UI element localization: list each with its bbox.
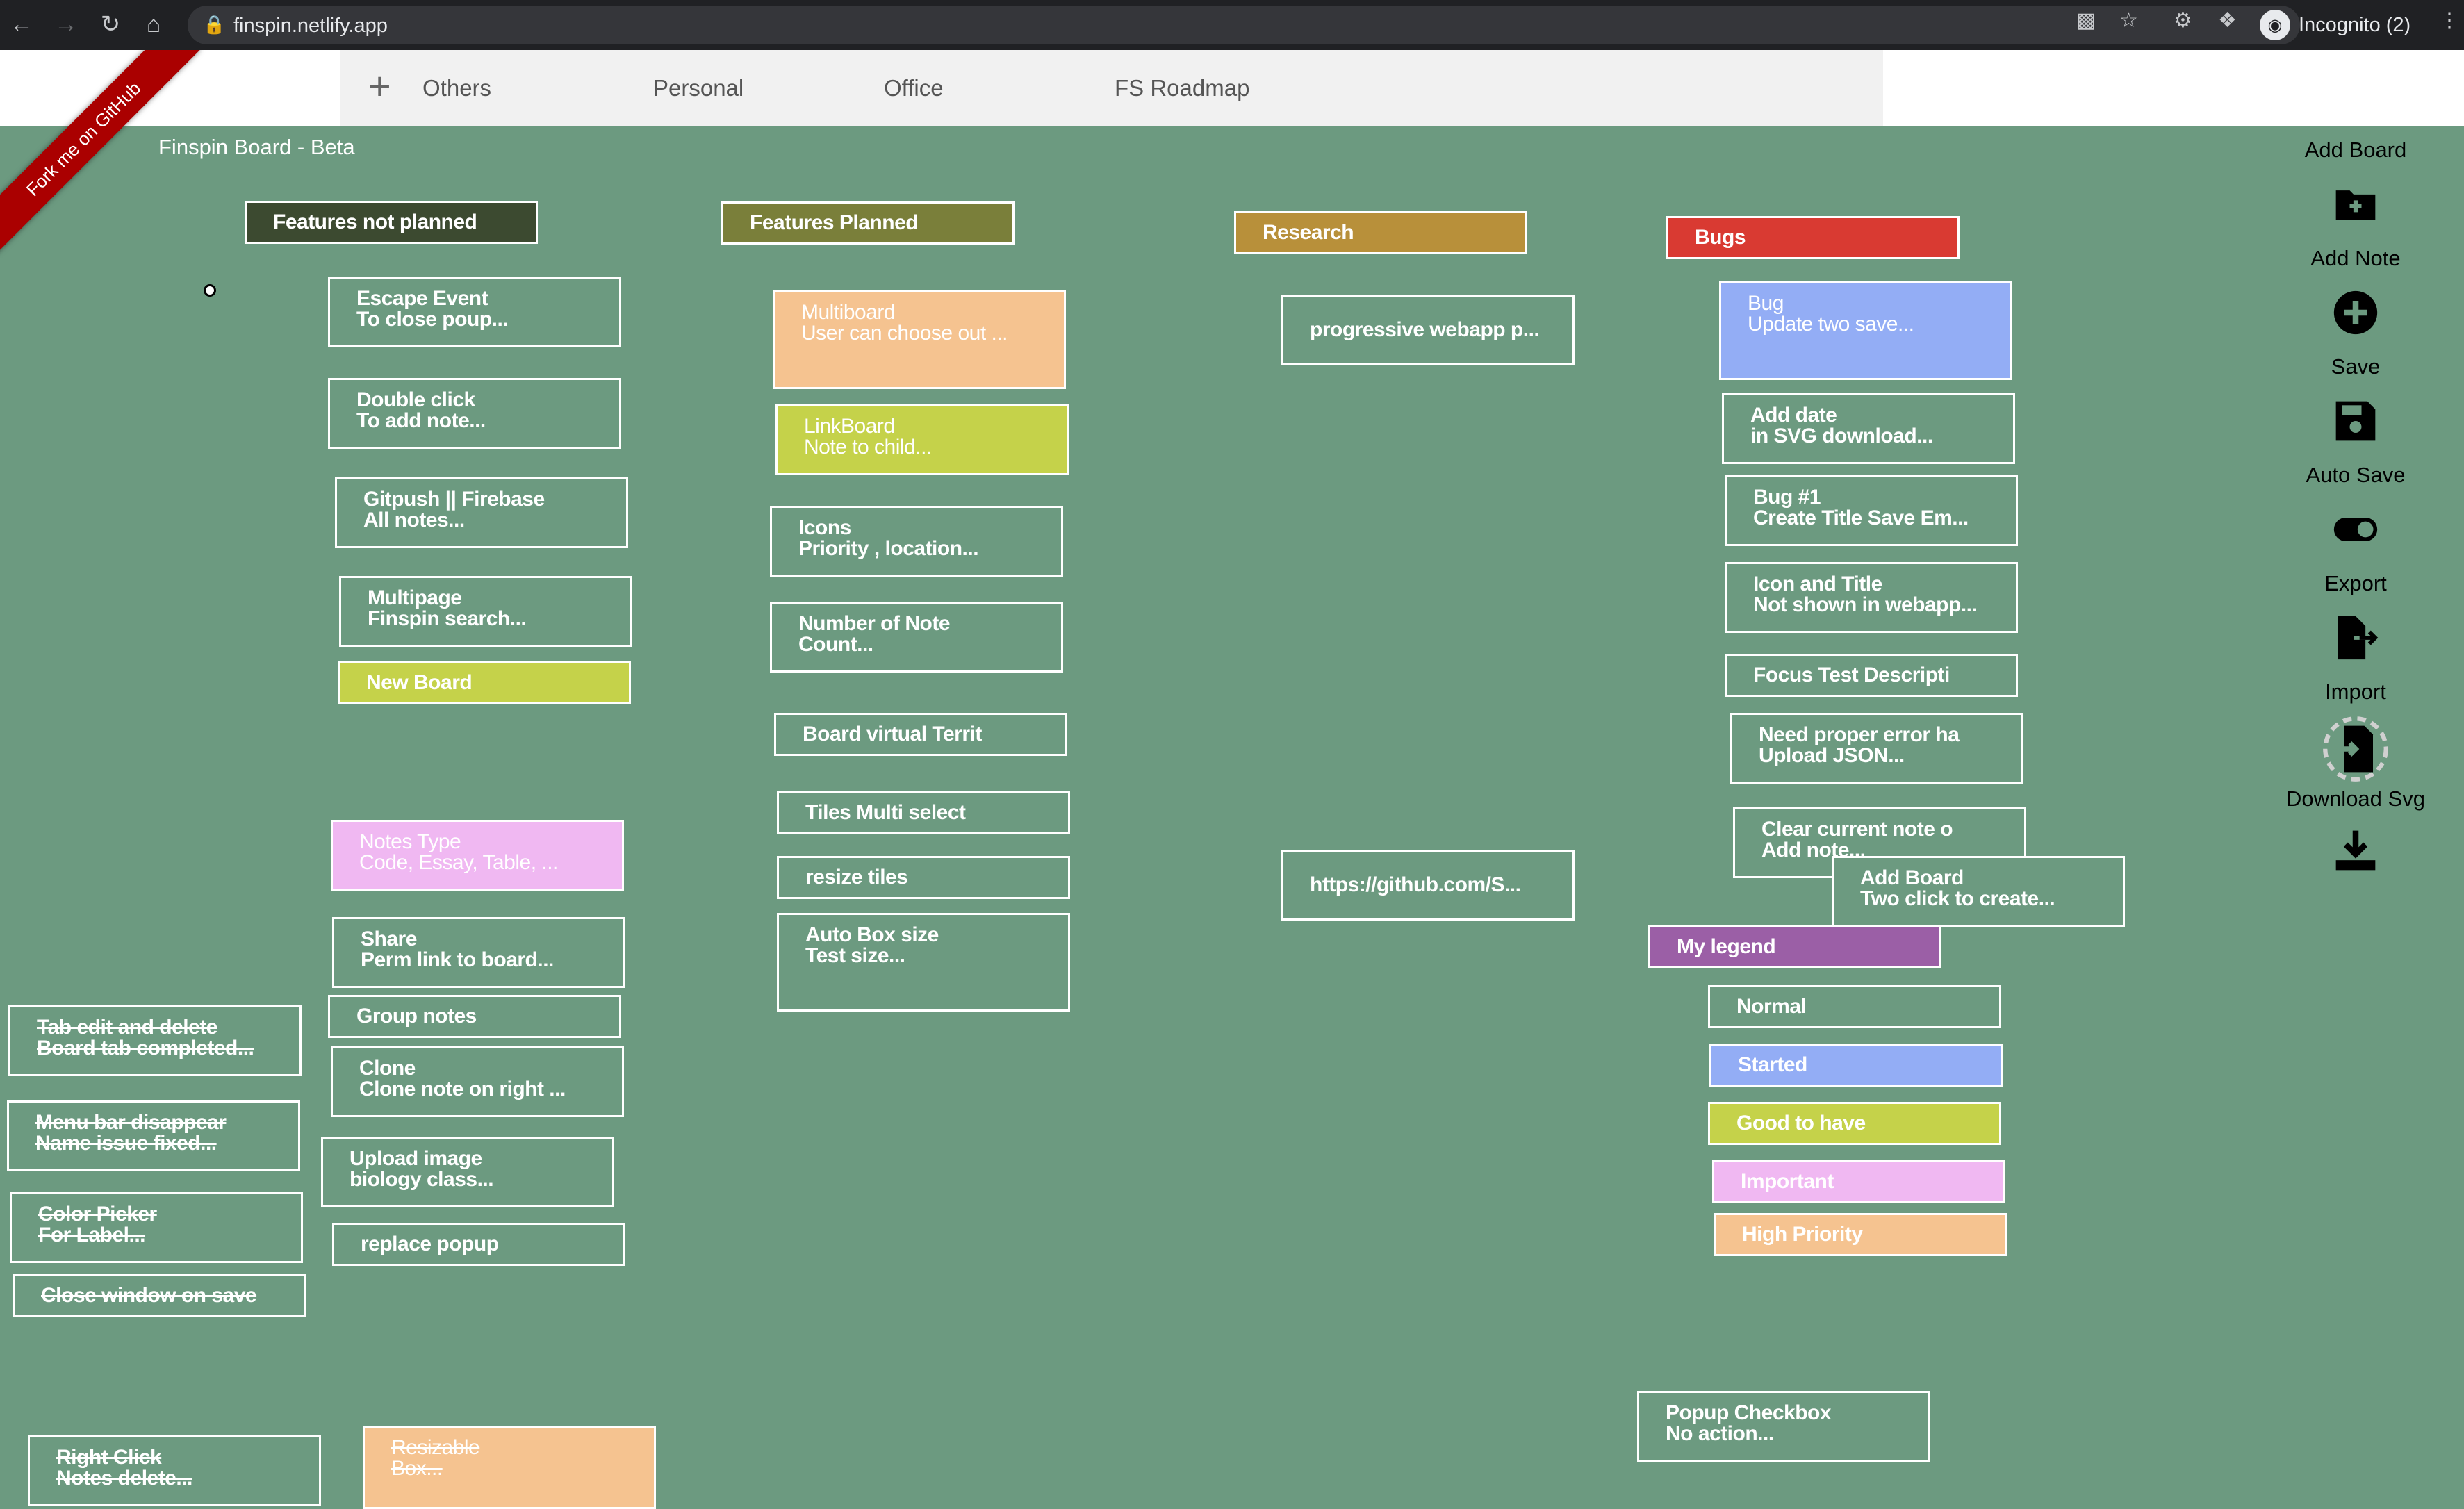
floppy-disk-icon[interactable] <box>2332 397 2379 445</box>
toggle-icon[interactable] <box>2332 506 2379 553</box>
tab-others[interactable]: Others <box>422 75 491 101</box>
note-escape-event[interactable]: Escape Event To close poup... <box>328 277 621 347</box>
note-right-click[interactable]: Right Click Notes delete... <box>28 1435 321 1506</box>
tab-office[interactable]: Office <box>884 75 944 101</box>
reload-icon[interactable]: ↻ <box>93 7 128 42</box>
folder-plus-icon[interactable] <box>2332 181 2379 228</box>
qr-code-icon[interactable]: ▩ <box>2076 8 2096 33</box>
tab-fs-roadmap[interactable]: FS Roadmap <box>1115 75 1249 101</box>
note-gitpush-firebase[interactable]: Gitpush || Firebase All notes... <box>335 477 628 548</box>
tab-personal[interactable]: Personal <box>653 75 744 101</box>
note-board-virtual-territ[interactable]: Board virtual Territ <box>774 713 1067 756</box>
note-focus-test[interactable]: Focus Test Descripti <box>1725 654 2018 697</box>
add-note-label: Add Note <box>2310 246 2401 270</box>
note-header-my-legend[interactable]: My legend <box>1648 925 1941 968</box>
note-github-link[interactable]: https://github.com/S... <box>1281 850 1575 921</box>
legend-good-to-have[interactable]: Good to have <box>1708 1102 2001 1145</box>
note-resize-tiles[interactable]: resize tiles <box>777 856 1070 899</box>
note-header-features-planned[interactable]: Features Planned <box>721 201 1015 245</box>
note-need-proper-error[interactable]: Need proper error ha Upload JSON... <box>1730 713 2023 784</box>
home-icon[interactable]: ⌂ <box>136 7 171 42</box>
note-multipage[interactable]: Multipage Finspin search... <box>339 576 632 647</box>
note-close-window-on-save[interactable]: Close window on save <box>13 1274 306 1317</box>
download-icon[interactable] <box>2332 827 2379 874</box>
note-icons[interactable]: Icons Priority , location... <box>770 506 1063 577</box>
file-export-icon[interactable] <box>2332 614 2379 661</box>
address-bar[interactable]: 🔒 finspin.netlify.app <box>188 6 2300 44</box>
legend-started[interactable]: Started <box>1709 1044 2003 1087</box>
note-tiles-multi-select[interactable]: Tiles Multi select <box>777 791 1070 834</box>
export-label: Export <box>2324 571 2387 595</box>
note-bug-1[interactable]: Bug #1 Create Title Save Em... <box>1725 475 2018 546</box>
save-label: Save <box>2331 354 2381 379</box>
profile-button[interactable]: ◉ Incognito (2) <box>2260 6 2410 44</box>
note-notes-type[interactable]: Notes Type Code, Essay, Table, ... <box>331 820 624 891</box>
note-share[interactable]: Share Perm link to board... <box>332 917 625 988</box>
add-board-label: Add Board <box>2304 138 2407 162</box>
url-text: finspin.netlify.app <box>233 15 388 37</box>
incognito-icon: ◉ <box>2260 10 2290 40</box>
note-icon-and-title[interactable]: Icon and Title Not shown in webapp... <box>1725 562 2018 633</box>
download-svg-label: Download Svg <box>2286 786 2425 811</box>
note-clone[interactable]: Clone Clone note on right ... <box>331 1046 624 1117</box>
note-header-features-not-planned[interactable]: Features not planned <box>245 201 538 244</box>
legend-normal[interactable]: Normal <box>1708 985 2001 1028</box>
note-linkboard[interactable]: LinkBoard Note to child... <box>775 404 1069 475</box>
note-progressive-webapp[interactable]: progressive webapp p... <box>1281 295 1575 365</box>
note-add-date[interactable]: Add date in SVG download... <box>1722 393 2015 464</box>
cursor-dot <box>204 284 216 297</box>
plus-circle-icon[interactable] <box>2332 289 2379 336</box>
lock-icon: 🔒 <box>203 14 226 35</box>
note-auto-box-size[interactable]: Auto Box size Test size... <box>777 913 1070 1012</box>
back-icon[interactable]: ← <box>4 7 39 42</box>
note-number-of-note[interactable]: Number of Note Count... <box>770 602 1063 673</box>
note-upload-image[interactable]: Upload image biology class... <box>321 1137 614 1207</box>
note-menu-bar-disappear[interactable]: Menu bar disappear Name issue fixed... <box>7 1100 300 1171</box>
profile-label: Incognito (2) <box>2299 13 2411 36</box>
board-title: Finspin Board - Beta <box>158 135 355 159</box>
note-group-notes[interactable]: Group notes <box>328 995 621 1038</box>
more-menu-icon[interactable]: ⋮ <box>2439 8 2460 33</box>
extension-gear-icon[interactable]: ⚙ <box>2174 8 2192 33</box>
legend-important[interactable]: Important <box>1712 1160 2005 1203</box>
note-replace-popup[interactable]: replace popup <box>332 1223 625 1266</box>
note-new-board[interactable]: New Board <box>338 661 631 704</box>
note-popup-checkbox[interactable]: Popup Checkbox No action... <box>1637 1391 1930 1462</box>
add-tab-plus-icon[interactable]: + <box>368 67 391 106</box>
file-import-icon[interactable] <box>2321 714 2390 784</box>
board-tab-bar <box>340 50 1883 126</box>
import-label: Import <box>2325 679 2386 704</box>
note-double-click[interactable]: Double click To add note... <box>328 378 621 449</box>
note-color-picker[interactable]: Color Picker For Label... <box>10 1192 303 1263</box>
note-header-bugs[interactable]: Bugs <box>1666 216 1960 259</box>
note-resizable[interactable]: Resizable Box... <box>363 1426 656 1509</box>
note-bug-update-two-save[interactable]: Bug Update two save... <box>1719 281 2012 380</box>
note-header-research[interactable]: Research <box>1234 211 1527 254</box>
note-add-board[interactable]: Add Board Two click to create... <box>1832 856 2125 927</box>
browser-chrome: ← → ↻ ⌂ 🔒 finspin.netlify.app ▩ ☆ ⚙ ❖ ◉ … <box>0 0 2464 50</box>
note-multiboard[interactable]: Multiboard User can choose out ... <box>773 290 1066 389</box>
note-tab-edit-delete[interactable]: Tab edit and delete Board tab completed..… <box>8 1005 302 1076</box>
bookmark-star-icon[interactable]: ☆ <box>2119 8 2138 33</box>
legend-high-priority[interactable]: High Priority <box>1714 1213 2007 1256</box>
auto-save-label: Auto Save <box>2306 463 2406 487</box>
forward-icon[interactable]: → <box>49 7 83 42</box>
extensions-puzzle-icon[interactable]: ❖ <box>2218 8 2237 33</box>
